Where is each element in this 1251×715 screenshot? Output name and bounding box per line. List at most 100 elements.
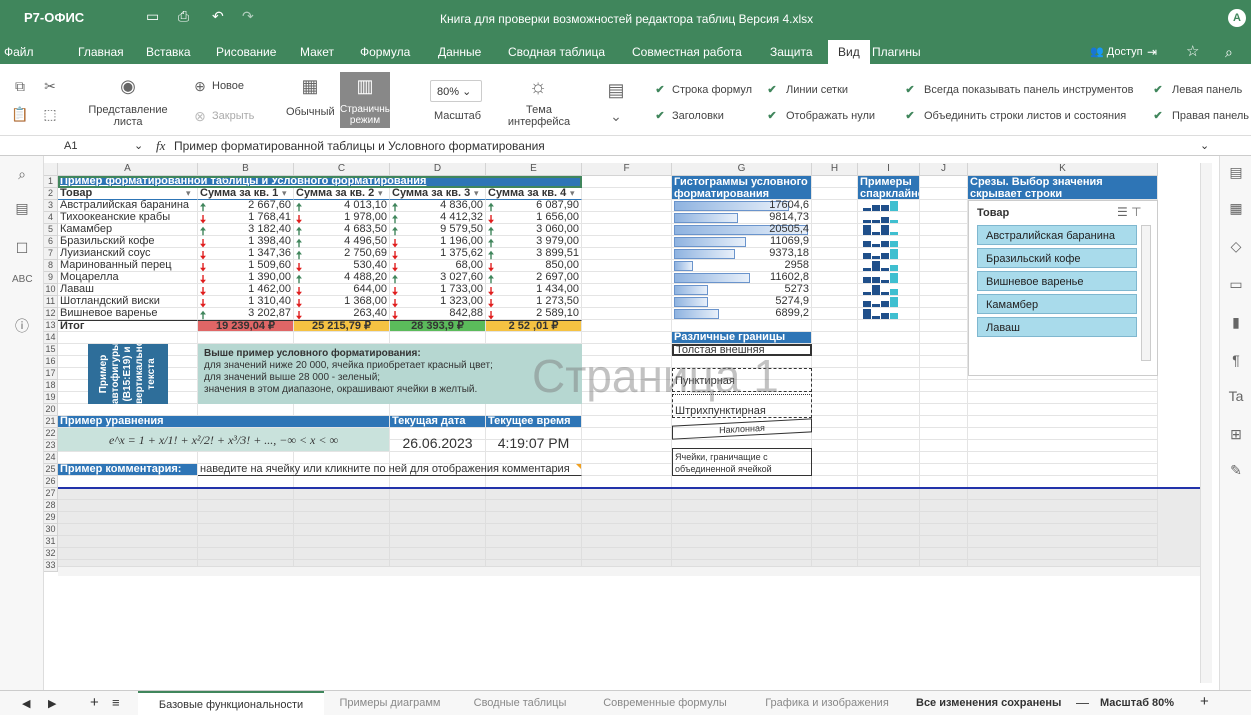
table-header-cell[interactable]: Сумма за кв. 1 <box>198 188 294 200</box>
cut-icon[interactable]: ✂ <box>40 78 60 95</box>
product-name-cell[interactable]: Шотландский виски <box>58 296 198 308</box>
column-header[interactable]: B <box>198 163 294 176</box>
grid-cell[interactable] <box>812 428 858 440</box>
grid-cell[interactable] <box>920 464 968 476</box>
checkbox-right-panel[interactable]: ✔ <box>1152 110 1164 122</box>
histogram-value[interactable]: 9373,18 <box>672 248 812 260</box>
equation-cell[interactable]: e^x = 1 + x/1! + x²/2! + x³/3! + ..., −∞… <box>58 428 390 452</box>
paragraph-icon[interactable]: ¶ <box>1226 352 1246 368</box>
value-cell[interactable]: 1 768,41 <box>198 212 294 224</box>
value-cell[interactable]: 1 375,62 <box>390 248 486 260</box>
grid-cell[interactable] <box>920 368 968 380</box>
pivot-settings-icon[interactable]: ⊞ <box>1226 426 1246 443</box>
tab-modern-formulas[interactable]: Современные формулы <box>590 691 740 715</box>
search-icon[interactable]: ⌕ <box>12 166 32 183</box>
info-icon[interactable]: ⓘ <box>12 316 32 336</box>
grid-cell[interactable] <box>858 368 920 380</box>
column-header[interactable]: F <box>582 163 672 176</box>
value-cell[interactable]: 4 488,20 <box>294 272 390 284</box>
column-header[interactable]: E <box>486 163 582 176</box>
grid-cell[interactable] <box>582 284 672 296</box>
grid-cell[interactable] <box>672 320 812 332</box>
grid-cell[interactable] <box>582 260 672 272</box>
checkbox-always-toolbar[interactable]: ✔ <box>904 84 916 96</box>
filter-dropdown-icon[interactable]: ▾ <box>282 188 287 199</box>
filter-dropdown-icon[interactable]: ▾ <box>570 188 575 199</box>
cell-settings-icon[interactable]: ▤ <box>1226 164 1246 181</box>
chat-icon[interactable]: ☐ <box>12 240 32 257</box>
row-header[interactable]: 17 <box>44 368 58 380</box>
column-header[interactable]: H <box>812 163 858 176</box>
menu-home[interactable]: Главная <box>78 40 124 64</box>
value-cell[interactable]: 1 310,40 <box>198 296 294 308</box>
menu-file[interactable]: Файл <box>4 40 34 64</box>
paste-icon[interactable]: 📋 <box>10 106 30 123</box>
grid-cell[interactable] <box>58 452 198 464</box>
theme-button[interactable]: Тема интерфейса <box>506 104 572 128</box>
grid-cell[interactable] <box>920 248 968 260</box>
grid-cell[interactable] <box>294 332 390 344</box>
value-cell[interactable]: 2 697,00 <box>486 272 582 284</box>
grid-cell[interactable] <box>920 416 968 428</box>
grid-cell[interactable] <box>812 320 858 332</box>
row-header[interactable]: 15 <box>44 344 58 356</box>
undo-icon[interactable]: ↶ <box>212 8 224 25</box>
value-cell[interactable]: 4 683,50 <box>294 224 390 236</box>
grid-cell[interactable] <box>920 452 968 464</box>
slicer-item[interactable]: Бразильский кофе <box>977 248 1137 268</box>
grid-cell[interactable] <box>920 392 968 404</box>
print-icon[interactable]: ⎙ <box>178 8 189 25</box>
value-cell[interactable]: 1 509,60 <box>198 260 294 272</box>
signature-icon[interactable]: ✎ <box>1226 462 1246 479</box>
corner-select-all[interactable] <box>44 163 58 176</box>
grid-cell[interactable] <box>486 452 582 464</box>
grid-cell[interactable] <box>812 452 858 464</box>
grid-cell[interactable] <box>812 440 858 452</box>
formula-input[interactable]: Пример форматированной таблицы и Условно… <box>174 139 545 153</box>
zoom-out-icon[interactable]: — <box>1076 695 1089 710</box>
column-header[interactable]: I <box>858 163 920 176</box>
grid-cell[interactable] <box>812 404 858 416</box>
table-header-cell[interactable]: Сумма за кв. 4 <box>486 188 582 200</box>
open-location-icon[interactable]: ⇥ <box>1147 40 1157 64</box>
grid-cell[interactable] <box>582 452 672 464</box>
checkbox-show-zeros[interactable]: ✔ <box>766 110 778 122</box>
close-view-button[interactable]: Закрыть <box>212 110 254 122</box>
total-cell[interactable]: 2 52 ,01 ₽ <box>486 320 582 332</box>
grid-cell[interactable] <box>58 332 198 344</box>
grid-cell[interactable] <box>920 212 968 224</box>
menu-layout[interactable]: Макет <box>300 40 334 64</box>
chart-settings-icon[interactable]: ▮ <box>1226 314 1246 331</box>
row-header[interactable]: 4 <box>44 212 58 224</box>
grid-cell[interactable] <box>582 308 672 320</box>
product-name-cell[interactable]: Лаваш <box>58 284 198 296</box>
value-cell[interactable]: 3 979,00 <box>486 236 582 248</box>
row-header[interactable]: 1 <box>44 176 58 188</box>
value-cell[interactable]: 3 202,87 <box>198 308 294 320</box>
grid-cell[interactable] <box>968 464 1158 476</box>
row-header[interactable]: 27 <box>44 488 58 500</box>
grid-cell[interactable] <box>582 188 672 200</box>
table-header-cell[interactable]: Сумма за кв. 3 <box>390 188 486 200</box>
row-header[interactable]: 29 <box>44 512 58 524</box>
grid-cell[interactable] <box>812 236 858 248</box>
grid-cell[interactable] <box>968 404 1158 416</box>
row-header[interactable]: 11 <box>44 296 58 308</box>
grid-cell[interactable] <box>582 212 672 224</box>
row-header[interactable]: 28 <box>44 500 58 512</box>
value-cell[interactable]: 3 182,40 <box>198 224 294 236</box>
row-header[interactable]: 26 <box>44 476 58 488</box>
slicer-panel[interactable]: Товар ☰ ⊤ Австралийская баранина Бразильски… <box>968 200 1158 376</box>
next-sheet-icon[interactable]: ▶ <box>48 697 56 710</box>
row-header[interactable]: 18 <box>44 380 58 392</box>
value-cell[interactable]: 68,00 <box>390 260 486 272</box>
filter-dropdown-icon[interactable]: ▾ <box>378 188 383 199</box>
grid-cell[interactable] <box>812 368 858 380</box>
grid-cell[interactable] <box>920 296 968 308</box>
row-header[interactable]: 20 <box>44 404 58 416</box>
grid-cell[interactable] <box>582 416 672 428</box>
freeze-chevron-icon[interactable]: ⌄ <box>606 108 626 125</box>
column-header[interactable]: A <box>58 163 198 176</box>
column-header[interactable]: C <box>294 163 390 176</box>
product-name-cell[interactable]: Австралийская баранина <box>58 200 198 212</box>
